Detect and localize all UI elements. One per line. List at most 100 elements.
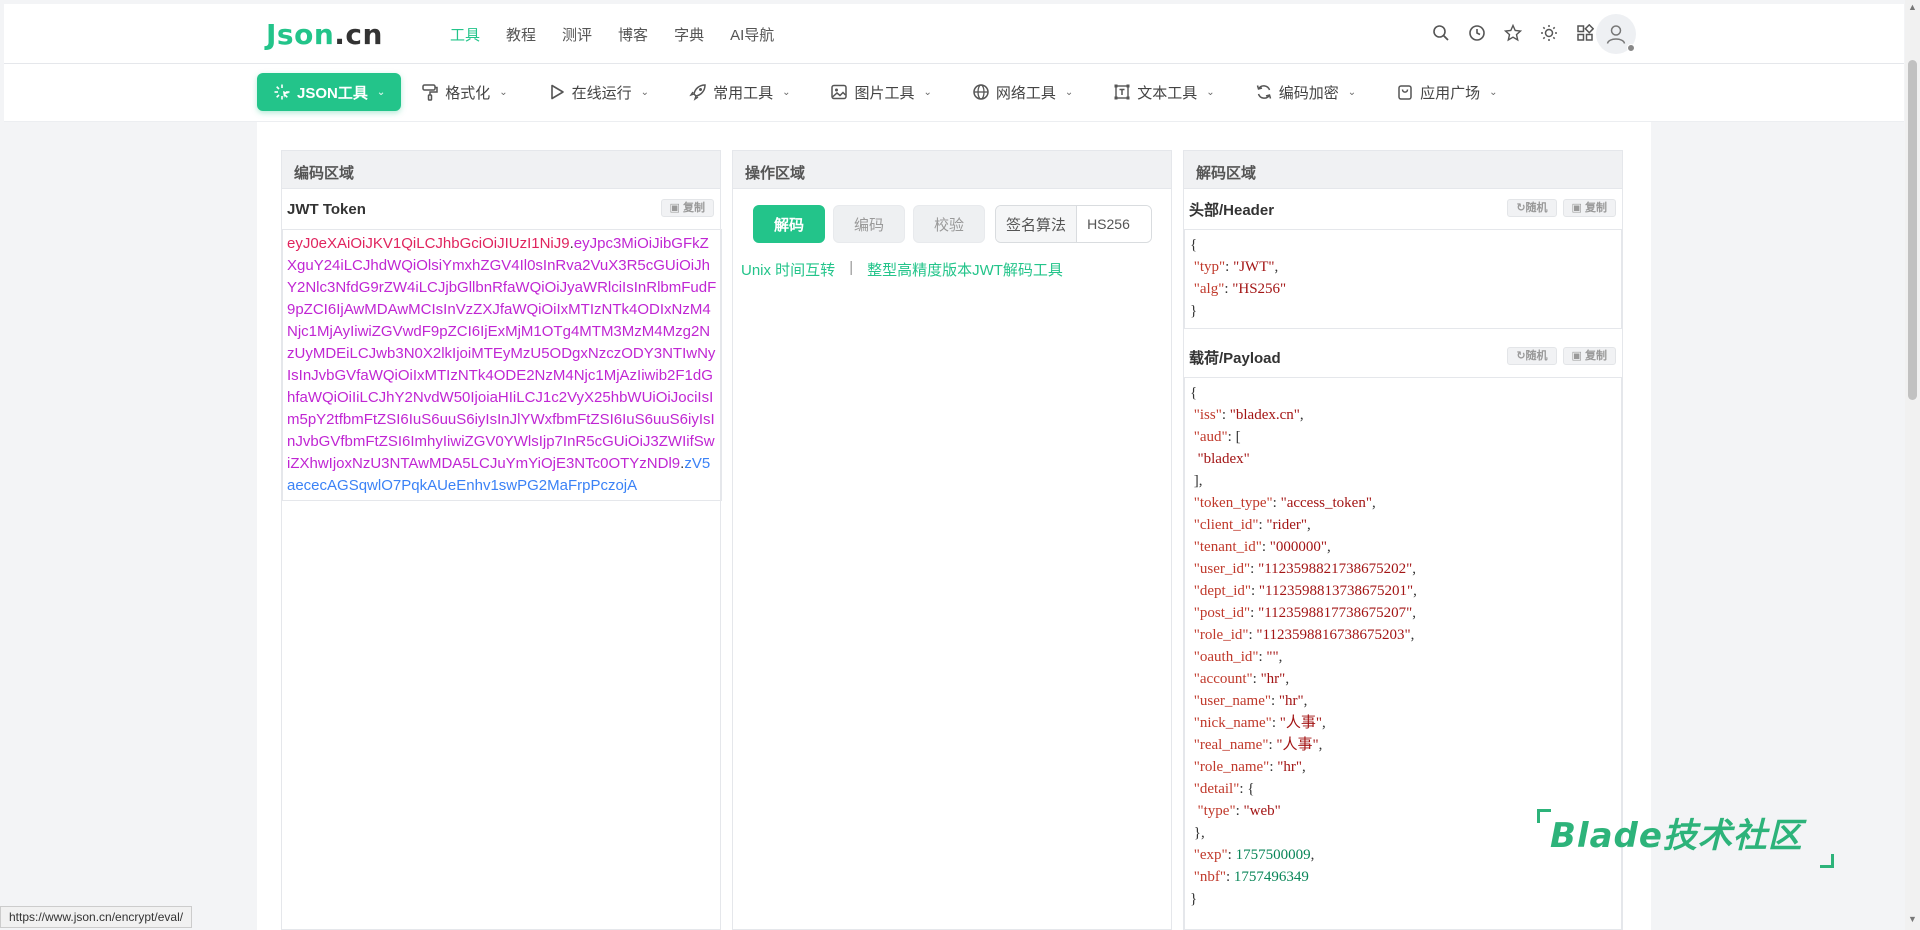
payload-section-title: 载荷/Payload	[1189, 349, 1281, 367]
menu-json-tools[interactable]: JSON工具 ⌄	[257, 73, 402, 111]
chevron-down-icon: ⌄	[640, 86, 650, 98]
chevron-down-icon: ⌄	[1347, 86, 1357, 98]
watermark-corner-right	[1820, 854, 1834, 868]
nav-ai-navigation[interactable]: AI导航	[730, 24, 774, 45]
menu-json-tools-label: JSON工具	[297, 84, 368, 102]
header-json-line: "alg": "HS256"	[1193, 281, 1287, 297]
algorithm-input[interactable]	[1077, 206, 1152, 242]
menu-app-square[interactable]: 应用广场 ⌄	[1382, 73, 1511, 111]
json-value: "rider"	[1266, 517, 1307, 533]
header-section-title: 头部/Header	[1189, 201, 1275, 219]
status-url-bar: https://www.json.cn/encrypt/eval/	[0, 906, 193, 928]
site-logo[interactable]: Json.cn	[266, 18, 383, 51]
chevron-down-icon: ⌄	[1064, 86, 1074, 98]
menu-run-online-label: 在线运行	[571, 84, 632, 102]
json-value: "人事"	[1279, 715, 1322, 731]
copy-header-button[interactable]: ▣ 复制	[1562, 199, 1616, 217]
copy-token-button[interactable]: ▣ 复制	[660, 199, 714, 217]
logo-suffix-text: .cn	[334, 18, 383, 51]
menu-app-square-label: 应用广场	[1420, 84, 1481, 102]
search-icon[interactable]	[1430, 22, 1452, 44]
clipboard-icon: ▣	[669, 202, 683, 214]
refresh-icon	[1256, 85, 1271, 99]
json-value: "HS256"	[1232, 281, 1287, 297]
tool-links: Unix 时间互转 | 整型高精度版本JWT解码工具	[741, 259, 1063, 280]
json-key: "iss"	[1193, 407, 1222, 423]
nav-reviews[interactable]: 测评	[562, 24, 592, 45]
user-icon	[1606, 25, 1626, 44]
star-icon[interactable]	[1502, 22, 1524, 44]
encode-actions: ▣ 复制	[660, 199, 714, 217]
menu-run-online[interactable]: 在线运行 ⌄	[534, 73, 663, 111]
globe-icon	[973, 84, 989, 100]
nav-dictionary[interactable]: 字典	[674, 24, 704, 45]
json-key: "account"	[1193, 671, 1253, 687]
payload-json-line: "nick_name": "人事",	[1193, 715, 1326, 731]
nav-tools[interactable]: 工具	[450, 24, 480, 45]
json-key: "post_id"	[1193, 605, 1251, 621]
scroll-up-arrow[interactable]: ▲	[1908, 2, 1917, 12]
verify-button[interactable]: 校验	[913, 205, 986, 243]
chevron-down-icon: ⌄	[782, 86, 791, 98]
menu-text-tools[interactable]: 文本工具 ⌄	[1099, 73, 1228, 111]
brush-icon	[422, 84, 438, 101]
top-nav: 工具 教程 测评 博客 字典 AI导航	[450, 24, 774, 45]
payload-json-line: "post_id": "1123598817738675207",	[1193, 605, 1417, 621]
json-value: [	[1235, 429, 1241, 445]
theme-icon[interactable]	[1538, 22, 1560, 44]
json-key: "user_name"	[1193, 693, 1271, 709]
json-value: {	[1247, 781, 1255, 797]
top-icons	[1430, 22, 1596, 44]
payload-json-line: "user_id": "1123598821738675202",	[1193, 561, 1417, 577]
high-precision-jwt-link[interactable]: 整型高精度版本JWT解码工具	[867, 259, 1063, 280]
json-value: ""	[1266, 649, 1279, 665]
menu-image-tools[interactable]: 图片工具 ⌄	[816, 73, 945, 111]
menu-network-tools[interactable]: 网络工具 ⌄	[958, 73, 1087, 111]
json-key: "token_type"	[1193, 495, 1273, 511]
payload-json-line: "dept_id": "1123598813738675201",	[1193, 583, 1417, 599]
menu-format[interactable]: 格式化 ⌄	[407, 73, 521, 111]
scroll-down-arrow[interactable]: ▼	[1908, 914, 1917, 924]
refresh-icon: ↻	[1516, 202, 1526, 214]
menu-text-tools-label: 文本工具	[1137, 84, 1198, 102]
scrollbar-thumb[interactable]	[1908, 60, 1917, 400]
main-container: 编码区域 JWT Token ▣ 复制 eyJ0eXAiOiJKV1QiLCJh…	[257, 122, 1651, 930]
json-value: "1123598813738675201"	[1258, 583, 1414, 599]
payload-json-line: ],	[1190, 473, 1203, 489]
menu-image-tools-label: 图片工具	[854, 84, 915, 102]
json-value: "bladex.cn"	[1229, 407, 1300, 423]
json-value: "1123598821738675202"	[1258, 561, 1413, 577]
chevron-down-icon: ⌄	[1206, 86, 1215, 98]
header-json-line: }	[1190, 303, 1198, 319]
json-value: 1757500009	[1235, 847, 1311, 863]
nav-blog[interactable]: 博客	[618, 24, 648, 45]
page-scrollbar[interactable]: ▲ ▼	[1905, 0, 1920, 930]
header-actions: ↻随机 ▣ 复制	[1507, 199, 1616, 217]
tool-menubar: JSON工具 ⌄ 格式化 ⌄ 在线运行 ⌄ 常用工具 ⌄ 图片工具 ⌄ 网络工具…	[4, 64, 1904, 122]
header-json-editor[interactable]: { "typ": "JWT", "alg": "HS256"}	[1184, 229, 1622, 329]
apps-icon[interactable]	[1574, 22, 1596, 44]
chevron-down-icon: ⌄	[923, 86, 932, 98]
copy-payload-button[interactable]: ▣ 复制	[1562, 347, 1616, 365]
json-value: "hr"	[1260, 671, 1286, 687]
jwt-token-input[interactable]: eyJ0eXAiOiJKV1QiLCJhbGciOiJIUzI1NiJ9.eyJ…	[282, 229, 722, 501]
operation-panel-title: 操作区域	[733, 151, 1171, 189]
payload-json-line: "bladex"	[1190, 448, 1616, 470]
random-payload-button[interactable]: ↻随机	[1507, 347, 1557, 365]
payload-json-line: }	[1190, 891, 1198, 907]
encode-button[interactable]: 编码	[833, 205, 906, 243]
menu-encoding[interactable]: 编码加密 ⌄	[1241, 73, 1370, 111]
avatar[interactable]	[1596, 14, 1636, 54]
json-key: "client_id"	[1193, 517, 1259, 533]
payload-json-line: "token_type": "access_token",	[1193, 495, 1376, 511]
encode-panel-title: 编码区域	[282, 151, 720, 189]
json-key: "aud"	[1193, 429, 1228, 445]
random-header-button[interactable]: ↻随机	[1507, 199, 1557, 217]
history-icon[interactable]	[1466, 22, 1488, 44]
unix-time-link[interactable]: Unix 时间互转	[741, 259, 835, 280]
payload-json-line: "role_name": "hr",	[1193, 759, 1306, 775]
menu-common-tools[interactable]: 常用工具 ⌄	[675, 73, 804, 111]
nav-tutorials[interactable]: 教程	[506, 24, 536, 45]
decode-button[interactable]: 解码	[753, 205, 826, 243]
copy-token-label: 复制	[683, 202, 705, 214]
